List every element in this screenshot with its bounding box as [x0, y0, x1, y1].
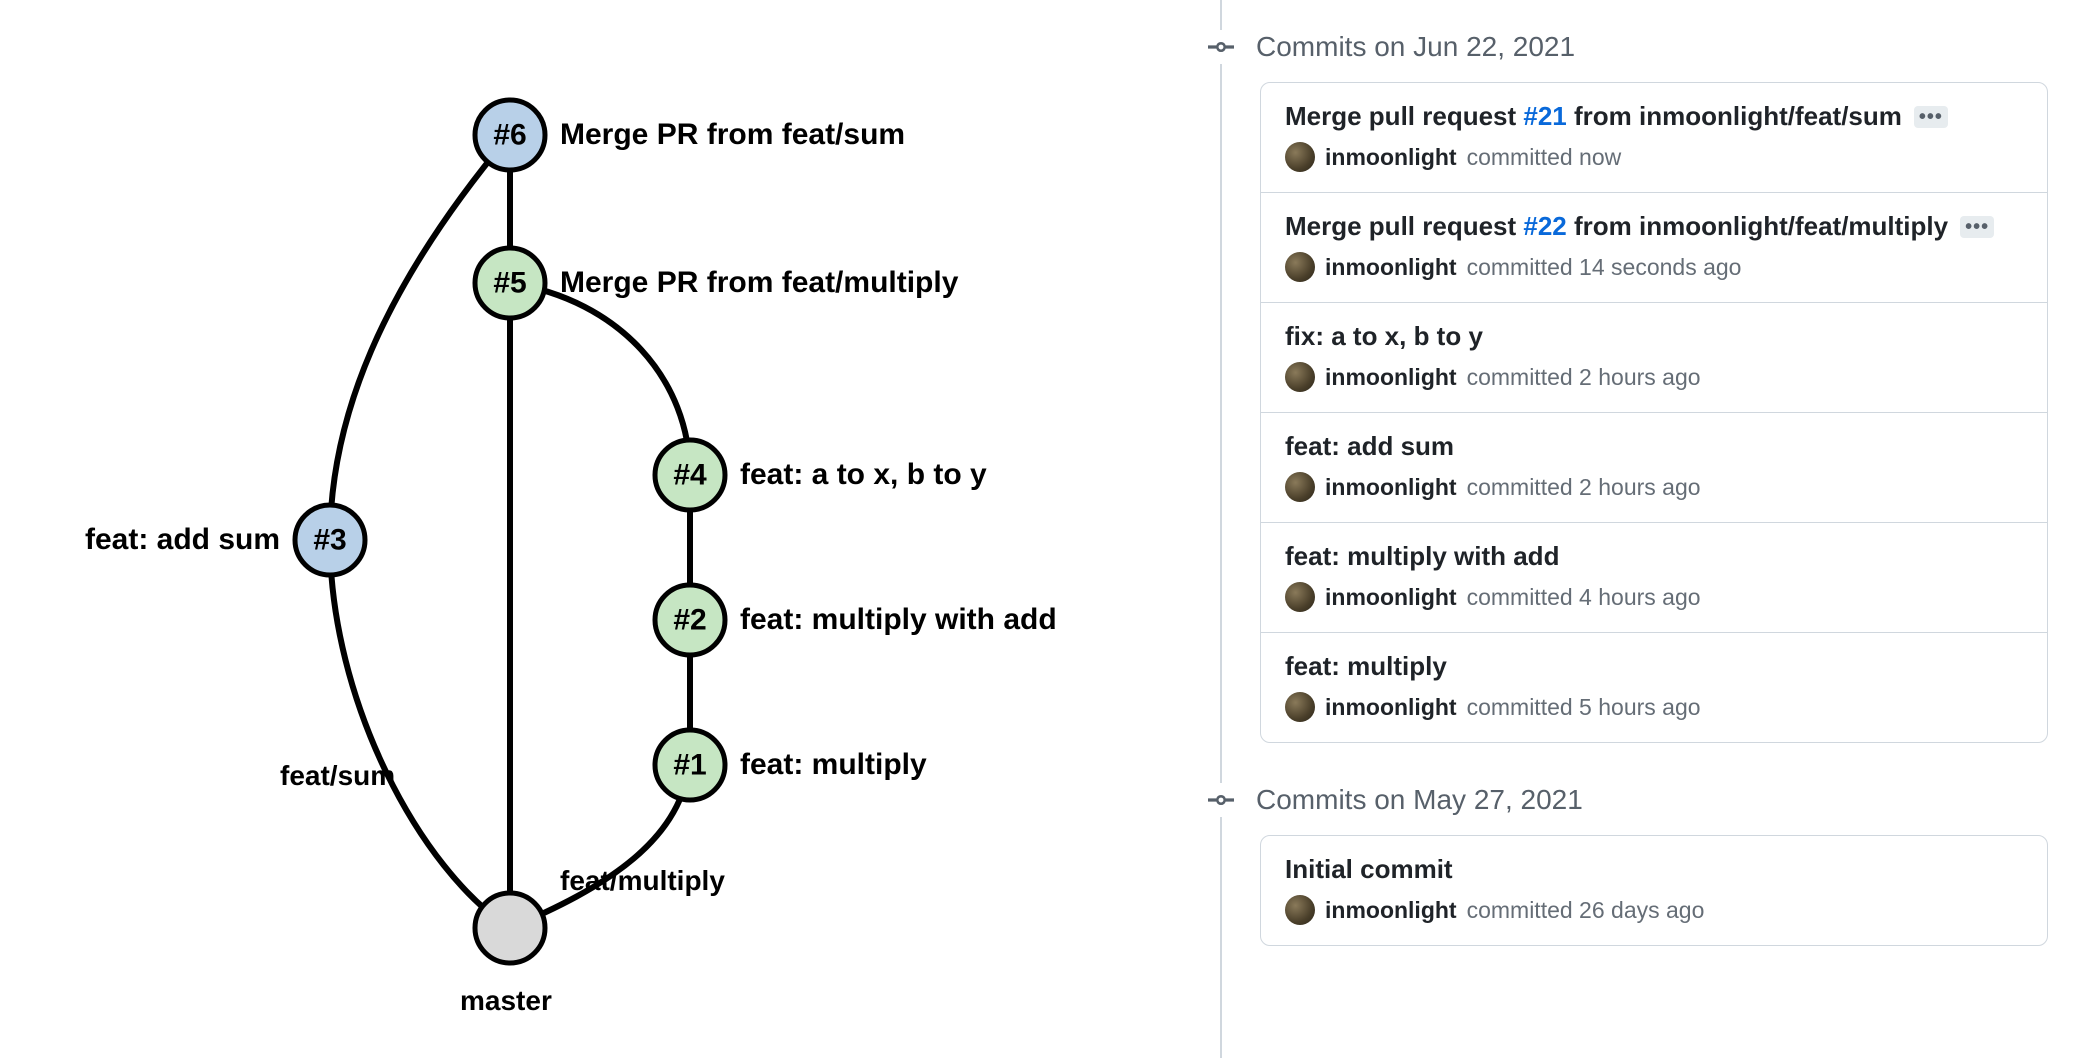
git-graph-panel: #6 #5 #4 #3 #2 #1 Merge PR from feat/sum… [0, 0, 1180, 1058]
node-2-label: feat: multiply with add [740, 603, 1057, 637]
commit-author[interactable]: inmoonlight [1325, 584, 1457, 611]
node-6-label: Merge PR from feat/sum [560, 118, 905, 152]
commit-meta: committed 2 hours ago [1467, 474, 1701, 501]
node-6-id: #6 [493, 119, 526, 152]
node-5-label: Merge PR from feat/multiply [560, 266, 958, 300]
avatar[interactable] [1285, 472, 1315, 502]
commit-title: Initial commit [1285, 854, 1453, 885]
avatar[interactable] [1285, 582, 1315, 612]
commit-author[interactable]: inmoonlight [1325, 364, 1457, 391]
pr-link[interactable]: #21 [1523, 101, 1566, 131]
commit-group-1: Initial commit inmoonlight committed 26 … [1260, 835, 2048, 946]
avatar[interactable] [1285, 252, 1315, 282]
commit-group-0: Merge pull request #21 from inmoonlight/… [1260, 82, 2048, 743]
commit-title-post: from inmoonlight/feat/multiply [1567, 211, 1948, 241]
branch-label-base: master [460, 985, 552, 1017]
avatar[interactable] [1285, 895, 1315, 925]
commit-icon [1204, 783, 1238, 817]
pr-link[interactable]: #22 [1523, 211, 1566, 241]
commit-icon [1204, 30, 1238, 64]
commit-meta: committed 5 hours ago [1467, 694, 1701, 721]
node-2-id: #2 [673, 604, 706, 637]
avatar[interactable] [1285, 362, 1315, 392]
commit-title: feat: add sum [1285, 431, 1454, 462]
commit-meta: committed 14 seconds ago [1467, 254, 1742, 281]
node-master [475, 893, 545, 963]
timeline-line [1220, 0, 1222, 1058]
commit-meta: committed 2 hours ago [1467, 364, 1701, 391]
ellipsis-icon[interactable]: ••• [1960, 216, 1994, 238]
commit-author[interactable]: inmoonlight [1325, 254, 1457, 281]
node-3-id: #3 [313, 524, 346, 557]
commit-author[interactable]: inmoonlight [1325, 474, 1457, 501]
date-header-0: Commits on Jun 22, 2021 [1204, 30, 2088, 64]
commit-item[interactable]: fix: a to x, b to y inmoonlight committe… [1261, 303, 2047, 413]
commit-title: Merge pull request [1285, 211, 1523, 241]
commit-meta: committed 26 days ago [1467, 897, 1705, 924]
commit-item[interactable]: Merge pull request #22 from inmoonlight/… [1261, 193, 2047, 303]
commit-title: Merge pull request [1285, 101, 1523, 131]
branch-label-left: feat/sum [280, 760, 395, 792]
node-5-id: #5 [493, 267, 526, 300]
node-1-id: #1 [673, 749, 706, 782]
date-header-1: Commits on May 27, 2021 [1204, 783, 2088, 817]
commit-author[interactable]: inmoonlight [1325, 897, 1457, 924]
commit-item[interactable]: feat: multiply with add inmoonlight comm… [1261, 523, 2047, 633]
branch-label-right: feat/multiply [560, 865, 725, 897]
commits-panel: Commits on Jun 22, 2021 Merge pull reque… [1180, 0, 2088, 1058]
commit-meta: committed now [1467, 144, 1622, 171]
node-4-label: feat: a to x, b to y [740, 458, 987, 492]
node-4-id: #4 [673, 459, 707, 492]
avatar[interactable] [1285, 142, 1315, 172]
avatar[interactable] [1285, 692, 1315, 722]
commit-author[interactable]: inmoonlight [1325, 144, 1457, 171]
commit-item[interactable]: feat: multiply inmoonlight committed 5 h… [1261, 633, 2047, 742]
commit-title: fix: a to x, b to y [1285, 321, 1483, 352]
date-text-0: Commits on Jun 22, 2021 [1256, 31, 1575, 63]
ellipsis-icon[interactable]: ••• [1914, 106, 1948, 128]
commit-title: feat: multiply with add [1285, 541, 1559, 572]
commit-title-post: from inmoonlight/feat/sum [1567, 101, 1902, 131]
node-1-label: feat: multiply [740, 748, 927, 782]
node-3-label: feat: add sum [85, 523, 280, 557]
commit-title: feat: multiply [1285, 651, 1447, 682]
date-text-1: Commits on May 27, 2021 [1256, 784, 1583, 816]
commit-author[interactable]: inmoonlight [1325, 694, 1457, 721]
commit-item[interactable]: Initial commit inmoonlight committed 26 … [1261, 836, 2047, 945]
commit-meta: committed 4 hours ago [1467, 584, 1701, 611]
commit-item[interactable]: Merge pull request #21 from inmoonlight/… [1261, 83, 2047, 193]
commit-item[interactable]: feat: add sum inmoonlight committed 2 ho… [1261, 413, 2047, 523]
